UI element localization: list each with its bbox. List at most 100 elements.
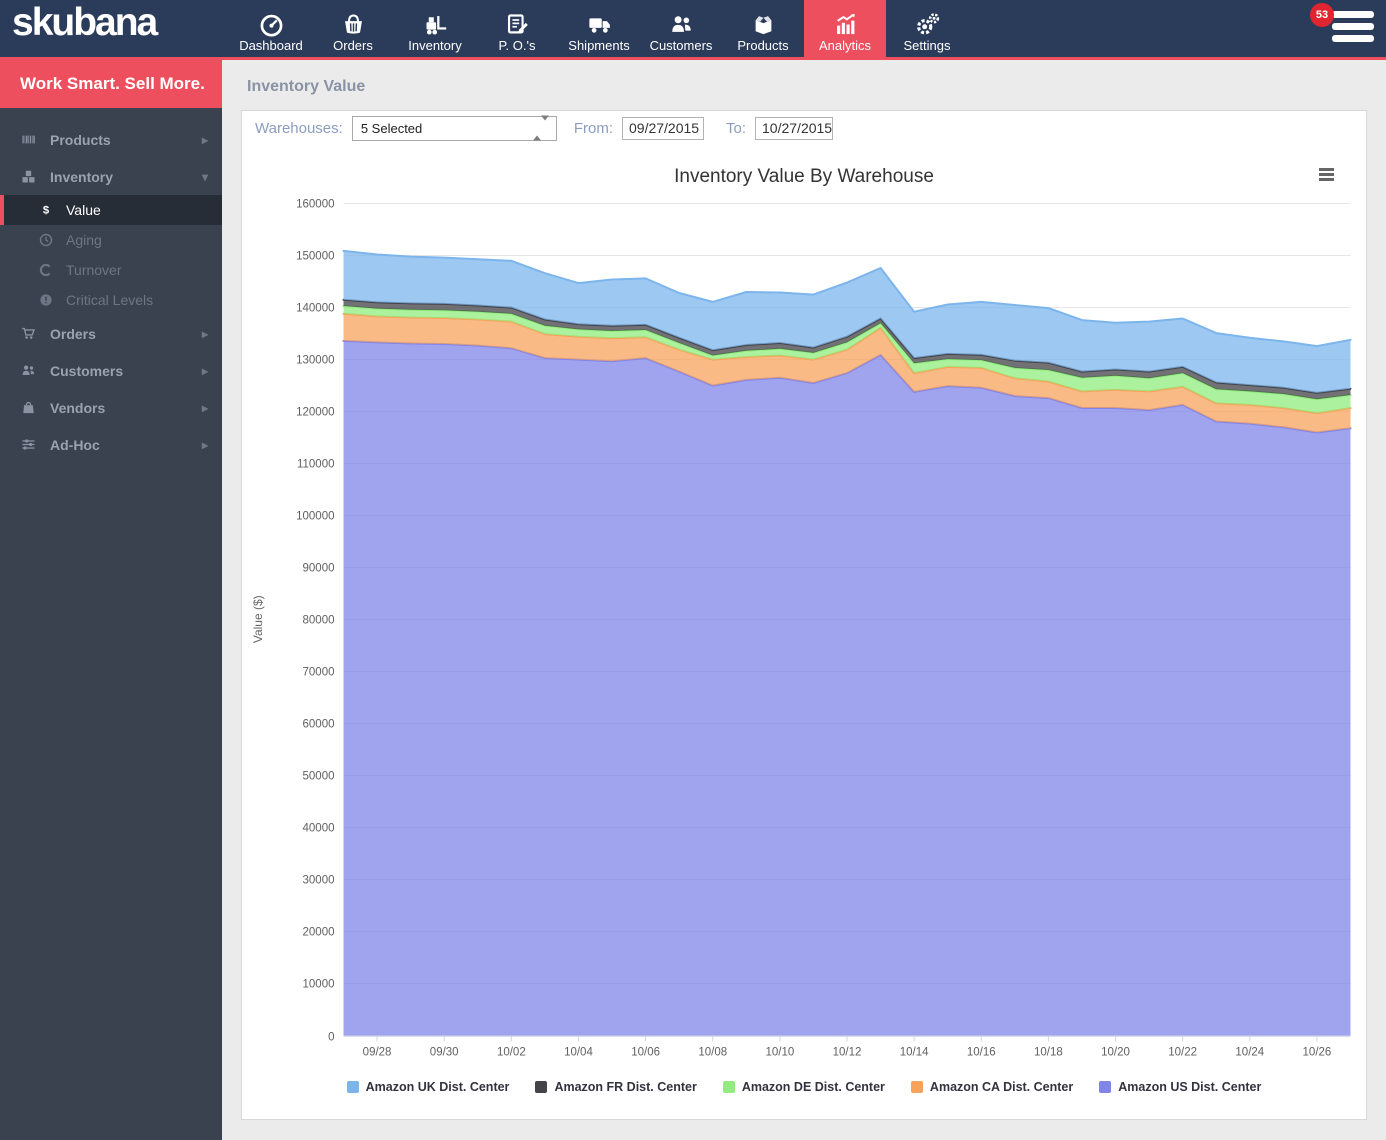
inventory-value-chart: 0 10000 20000 30000 40000 50000 60000 70000 8000… [251, 166, 1352, 1059]
filter-controls: Warehouses: 5 Selected From: To: [255, 115, 834, 141]
legend-item-amazon-ca-dist-center[interactable]: Amazon CA Dist. Center [910, 1080, 1074, 1094]
nav-item-shipments[interactable]: Shipments [558, 0, 640, 57]
nav-item-orders[interactable]: Orders [312, 0, 394, 57]
legend-label: Amazon FR Dist. Center [554, 1080, 697, 1094]
sidebar-item-customers[interactable]: Customers ▸ [0, 352, 222, 389]
x-axis-tick-label: 10/20 [1101, 1047, 1130, 1059]
legend-swatch [346, 1081, 359, 1093]
sidebar-item-products[interactable]: Products ▸ [0, 121, 222, 158]
hamburger-menu-button[interactable] [1332, 11, 1374, 47]
forklift-icon [422, 11, 449, 38]
sidebar-subitem-turnover[interactable]: Turnover [0, 255, 222, 285]
y-axis-tick-label: 150000 [296, 251, 334, 263]
nav-item-label: Orders [333, 38, 373, 53]
x-axis-tick-label: 10/14 [900, 1047, 929, 1059]
sidebar-item-label: Products [50, 131, 111, 148]
y-axis-tick-label: 50000 [303, 771, 335, 783]
x-axis-tick-label: 10/04 [564, 1047, 593, 1059]
y-axis-tick-label: 0 [328, 1032, 334, 1044]
alert-icon [38, 292, 54, 308]
chevron-right-icon: ▸ [201, 437, 208, 452]
to-date-input[interactable] [755, 116, 834, 140]
svg-text:$: $ [43, 205, 50, 217]
chevron-right-icon: ▸ [201, 326, 208, 341]
nav-item-settings[interactable]: Settings [886, 0, 968, 57]
nav-item-products[interactable]: Products [722, 0, 804, 57]
y-axis-tick-label: 90000 [303, 563, 335, 575]
gauge-icon [258, 11, 285, 38]
from-label: From: [573, 119, 613, 137]
page: skubana Dashboard Orders Inventory P. O.'s S… [0, 0, 1386, 1140]
y-axis-tick-label: 30000 [303, 875, 335, 887]
legend-item-amazon-fr-dist-center[interactable]: Amazon FR Dist. Center [535, 1080, 697, 1094]
sidebar-item-label: Ad-Hoc [50, 436, 100, 453]
basket-icon [340, 11, 367, 38]
y-axis-tick-label: 80000 [303, 615, 335, 627]
sidebar-subitem-label: Turnover [66, 262, 122, 278]
x-axis-tick-label: 10/08 [698, 1047, 727, 1059]
y-axis-title: Value ($) [251, 595, 265, 643]
nav-item-label: Settings [903, 38, 951, 53]
purchase-order-icon [504, 11, 531, 38]
y-axis-tick-label: 110000 [297, 459, 335, 471]
users-icon [20, 362, 37, 379]
sidebar-item-vendors[interactable]: Vendors ▸ [0, 389, 222, 426]
sidebar-subitem-value[interactable]: $ Value [0, 195, 222, 225]
x-axis-tick-label: 10/02 [497, 1047, 526, 1059]
x-axis-tick-label: 10/22 [1168, 1047, 1197, 1059]
skubana-logo[interactable]: skubana [12, 1, 158, 45]
legend-swatch [535, 1081, 548, 1093]
dollar-icon: $ [38, 202, 54, 218]
sliders-icon [20, 436, 37, 453]
from-date-input[interactable] [622, 116, 704, 140]
x-axis-tick-label: 10/12 [833, 1047, 862, 1059]
y-axis-tick-label: 60000 [303, 719, 335, 731]
notification-badge[interactable]: 53 [1310, 3, 1334, 27]
product-box-icon [750, 11, 777, 38]
nav-item-pos[interactable]: P. O.'s [476, 0, 558, 57]
nav-item-analytics[interactable]: Analytics [804, 0, 886, 57]
legend-label: Amazon DE Dist. Center [741, 1080, 885, 1094]
sidebar-item-ad-hoc[interactable]: Ad-Hoc ▸ [0, 426, 222, 463]
x-axis-tick-label: 09/28 [363, 1047, 392, 1059]
legend-item-amazon-de-dist-center[interactable]: Amazon DE Dist. Center [722, 1080, 885, 1094]
x-axis-tick-label: 10/10 [765, 1047, 794, 1059]
sidebar-subitem-aging[interactable]: Aging [0, 225, 222, 255]
people-icon [668, 11, 695, 38]
nav-item-inventory[interactable]: Inventory [394, 0, 476, 57]
top-navbar: skubana Dashboard Orders Inventory P. O.'s S… [0, 0, 1386, 60]
chevron-right-icon: ▸ [201, 363, 208, 378]
settings-gears-icon [914, 11, 941, 38]
legend-item-amazon-uk-dist-center[interactable]: Amazon UK Dist. Center [346, 1080, 509, 1094]
sidebar-item-label: Vendors [50, 399, 106, 416]
legend-swatch [1099, 1081, 1112, 1093]
y-axis-tick-label: 120000 [296, 407, 334, 419]
nav-item-customers[interactable]: Customers [640, 0, 722, 57]
nav-right: 53 [1310, 3, 1374, 53]
sidebar-item-inventory[interactable]: Inventory ▾ [0, 158, 222, 195]
nav-item-label: Inventory [408, 38, 462, 53]
sidebar-item-orders[interactable]: Orders ▸ [0, 315, 222, 352]
sidebar-item-label: Orders [50, 325, 96, 342]
y-axis-tick-label: 130000 [296, 355, 334, 367]
x-axis-tick-label: 09/30 [430, 1047, 459, 1059]
area-amazon-us-dist-center [343, 340, 1351, 1036]
nav-item-dashboard[interactable]: Dashboard [230, 0, 312, 57]
y-axis-tick-label: 160000 [296, 199, 334, 211]
nav-item-label: Dashboard [239, 38, 303, 53]
chart-context-menu-button[interactable] [1319, 168, 1335, 182]
chart-title: Inventory Value By Warehouse [674, 166, 934, 187]
sidebar-menu: Products ▸ Inventory ▾ $ Value Aging Turnover Cr… [0, 108, 222, 463]
legend-label: Amazon US Dist. Center [1118, 1080, 1262, 1094]
x-axis-tick-label: 10/24 [1235, 1047, 1264, 1059]
sidebar-subitem-critical-levels[interactable]: Critical Levels [0, 285, 222, 315]
nav-item-label: Customers [649, 38, 713, 53]
select-arrows-icon [532, 115, 549, 141]
cart-icon [20, 325, 37, 342]
y-axis-tick-label: 140000 [296, 303, 334, 315]
legend-label: Amazon CA Dist. Center [929, 1080, 1074, 1094]
tagline-banner: Work Smart. Sell More. [0, 60, 222, 108]
legend-item-amazon-us-dist-center[interactable]: Amazon US Dist. Center [1099, 1080, 1261, 1094]
x-axis-tick-label: 10/18 [1034, 1047, 1063, 1059]
warehouses-select[interactable]: 5 Selected [351, 115, 557, 141]
